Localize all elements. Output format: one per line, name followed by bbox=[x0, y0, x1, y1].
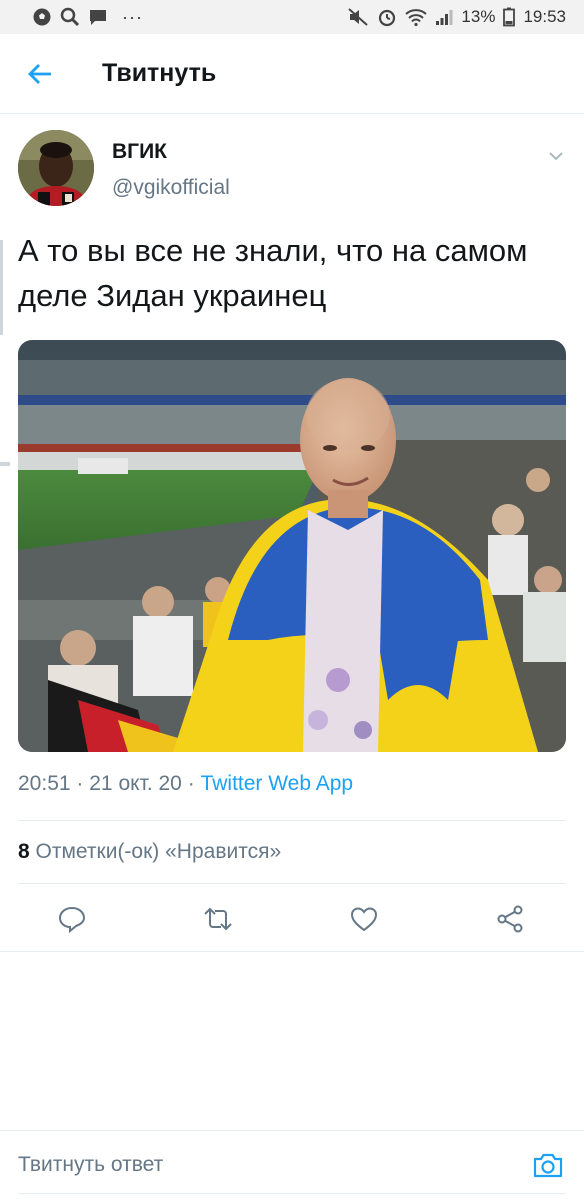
wifi-icon bbox=[405, 7, 428, 27]
battery-percent: 13% bbox=[461, 7, 496, 26]
alarm-icon bbox=[377, 7, 397, 27]
status-bar: ··· 13% 19:53 bbox=[0, 0, 584, 34]
stadium-photo bbox=[18, 340, 566, 752]
tweet-date: 21 окт. 20 bbox=[89, 772, 182, 795]
more-notifications-indicator: ··· bbox=[122, 6, 143, 27]
tweet-text: А то вы все не знали, что на самом деле … bbox=[18, 233, 528, 313]
reply-composer: Твитнуть ответ bbox=[0, 1130, 584, 1200]
chevron-down-icon bbox=[549, 152, 563, 161]
likes-summary[interactable]: 8 Отметки(-ок) «Нравится» bbox=[18, 840, 281, 864]
scroll-edge-indicator bbox=[0, 240, 3, 335]
tweet-source-link[interactable]: Twitter Web App bbox=[201, 772, 354, 795]
meta-separator: · bbox=[76, 772, 84, 795]
tweet-meta: 20:51 · 21 окт. 20 · Twitter Web App bbox=[18, 772, 353, 796]
reply-input[interactable]: Твитнуть ответ bbox=[18, 1153, 163, 1177]
heart-icon bbox=[350, 907, 378, 932]
status-bar-right: 13% 19:53 bbox=[347, 7, 566, 27]
soccer-ball-icon bbox=[32, 7, 52, 27]
app-header: Твитнуть bbox=[0, 34, 584, 114]
tweet-photo[interactable] bbox=[18, 340, 566, 752]
reply-underline bbox=[18, 1193, 566, 1194]
divider bbox=[18, 820, 566, 821]
like-button[interactable] bbox=[348, 903, 380, 935]
message-icon bbox=[88, 7, 108, 27]
likes-label: Отметки(-ок) «Нравится» bbox=[35, 840, 282, 863]
scroll-edge-indicator-small bbox=[0, 462, 10, 466]
camera-button[interactable] bbox=[532, 1149, 564, 1181]
share-icon bbox=[497, 905, 523, 933]
avatar[interactable] bbox=[18, 130, 94, 206]
page-title: Твитнуть bbox=[102, 59, 217, 87]
camera-icon bbox=[533, 1153, 563, 1178]
tweet-menu-button[interactable] bbox=[544, 144, 568, 168]
reply-button[interactable] bbox=[56, 903, 88, 935]
share-button[interactable] bbox=[494, 903, 526, 935]
clock: 19:53 bbox=[523, 7, 566, 26]
retweet-button[interactable] bbox=[202, 903, 234, 935]
battery-icon bbox=[503, 7, 516, 27]
display-name[interactable]: ВГИК bbox=[112, 140, 167, 164]
reply-icon bbox=[58, 906, 86, 934]
tweet-author: ВГИК @vgikofficial bbox=[18, 130, 568, 210]
divider bbox=[0, 951, 584, 952]
user-handle[interactable]: @vgikofficial bbox=[112, 176, 230, 200]
retweet-icon bbox=[204, 907, 232, 931]
back-arrow-icon bbox=[28, 63, 51, 84]
tweet-time: 20:51 bbox=[18, 772, 71, 795]
likes-count: 8 bbox=[18, 840, 30, 863]
tweet-actions bbox=[0, 895, 584, 943]
status-bar-left: ··· bbox=[32, 7, 143, 28]
search-icon bbox=[60, 7, 80, 27]
back-button[interactable] bbox=[0, 34, 80, 114]
mute-icon bbox=[347, 7, 369, 27]
meta-separator: · bbox=[187, 772, 195, 795]
signal-icon bbox=[435, 8, 453, 26]
divider bbox=[18, 883, 566, 884]
